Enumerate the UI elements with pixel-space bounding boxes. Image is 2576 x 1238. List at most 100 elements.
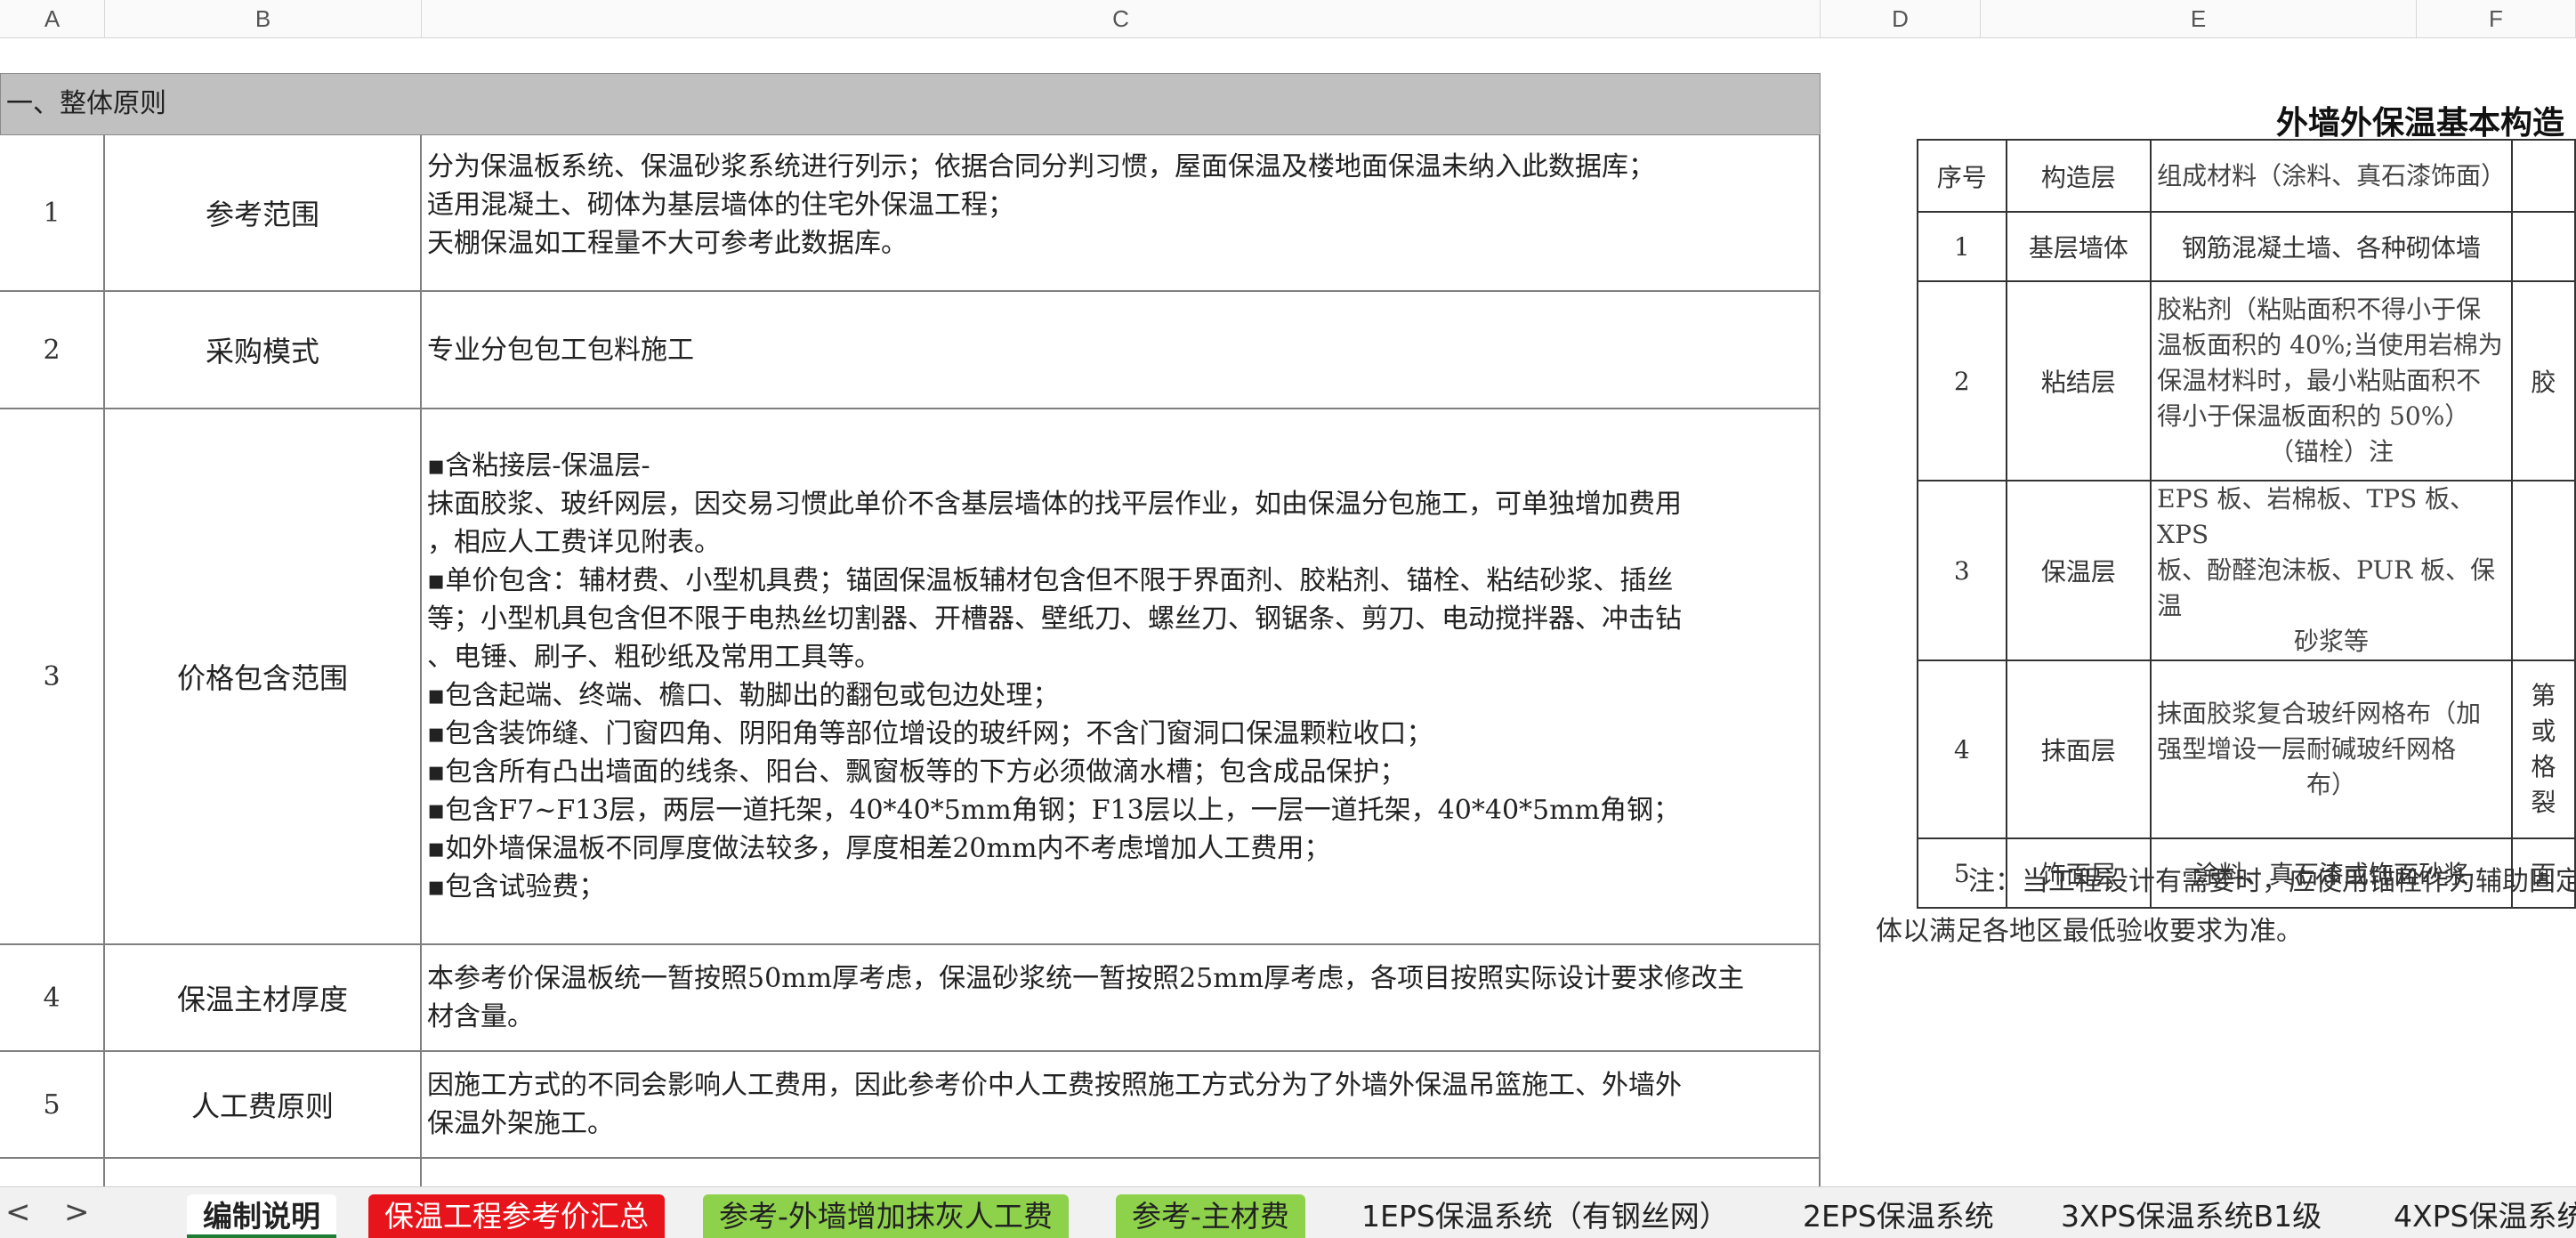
sheet-tab-price-summary[interactable]: 保温工程参考价汇总 <box>368 1194 665 1238</box>
construction-row: 3 保温层 EPS 板、岩棉板、TPS 板、XPS 板、酚醛泡沫板、PUR 板、… <box>1917 480 2576 661</box>
content-line: ▪包含装饰缝、门窗四角、阴阳角等部位增设的玻纤网；不含门窗洞口保温颗粒收口； <box>427 718 1433 749</box>
material-line: 砂浆等 <box>2293 627 2369 656</box>
note-line: 体以满足各地区最低验收要求为准。 <box>1876 916 2303 947</box>
row-name-cell[interactable]: 采购模式 <box>105 292 422 408</box>
header-layer: 构造层 <box>2005 139 2152 213</box>
content-line: 抹面胶浆、玻纤网层，因交易习惯此单价不含基层墙体的找平层作业，如由保温分包施工，… <box>427 489 1682 520</box>
construction-no: 3 <box>1917 480 2007 661</box>
material-line: 得小于保温板面积的 50%） <box>2157 401 2470 431</box>
tab-prev-button[interactable]: < <box>5 1187 31 1238</box>
material-line: 保温材料时，最小粘贴面积不 <box>2157 366 2482 395</box>
blank-row[interactable] <box>0 38 1822 73</box>
sheet-tab-xps-b1[interactable]: 3XPS保温系统B1级 <box>2045 1194 2338 1238</box>
construction-layer: 抹面层 <box>2005 659 2152 839</box>
column-header-d[interactable]: D <box>1821 0 1981 37</box>
table-row: 5 人工费原则 因施工方式的不同会影响人工费用，因此参考价中人工费按照施工方式分… <box>0 1052 1821 1159</box>
content-line: 天棚保温如工程量不大可参考此数据库。 <box>427 228 908 259</box>
content-line: ，相应人工费详见附表。 <box>427 527 721 558</box>
row-number-cell[interactable]: 2 <box>0 292 105 408</box>
construction-extra: 胶 <box>2510 280 2576 481</box>
construction-figure[interactable]: 外墙外保温基本构造 序号 构造层 组成材料（涂料、真石漆饰面） 1 基层墙体 钢… <box>1822 38 2576 1186</box>
construction-material: 抹面胶浆复合玻纤网格布（加 强型增设一层耐碱玻纤网格 布） <box>2150 659 2513 839</box>
table-row: 3 价格包含范围 ▪含粘接层-保温层- 抹面胶浆、玻纤网层，因交易习惯此单价不含… <box>0 409 1821 945</box>
figure-note: 注：当工程设计有需要时，应使用锚栓作为辅助固定件 体以满足各地区最低验收要求为准… <box>1876 857 2576 957</box>
figure-title: 外墙外保温基本构造 <box>2276 105 2565 142</box>
sheet-tab-bar: < > 编制说明 保温工程参考价汇总 参考-外墙增加抹灰人工费 参考-主材费 1… <box>0 1186 2576 1238</box>
sheet-tab-eps[interactable]: 2EPS保温系统 <box>1787 1194 2010 1238</box>
content-line: ▪包含起端、终端、檐口、勒脚出的翻包或包边处理； <box>427 680 1060 711</box>
construction-row: 1 基层墙体 钢筋混凝土墙、各种砌体墙 <box>1917 211 2576 282</box>
content-line: ▪含粘接层-保温层- <box>427 450 650 481</box>
column-header-b[interactable]: B <box>105 0 422 37</box>
tab-next-button[interactable]: > <box>64 1187 90 1238</box>
material-line: 抹面胶浆复合玻纤网格布（加 <box>2157 699 2482 728</box>
content-line: 材含量。 <box>427 1001 534 1032</box>
construction-material: 钢筋混凝土墙、各种砌体墙 <box>2150 211 2513 282</box>
material-line: 板、酚醛泡沫板、PUR 板、保温 <box>2157 555 2496 620</box>
content-line: 分为保温板系统、保温砂浆系统进行列示；依据合同分判习惯，屋面保温及楼地面保温未纳… <box>427 151 1655 182</box>
row-number-cell[interactable]: 3 <box>0 409 105 943</box>
column-header-c[interactable]: C <box>422 0 1821 37</box>
column-header-e[interactable]: E <box>1981 0 2417 37</box>
row-name-cell[interactable]: 参考范围 <box>105 135 422 290</box>
row-name-cell[interactable]: 保温主材厚度 <box>105 945 422 1050</box>
construction-extra: 第 或 格 裂 <box>2510 659 2576 839</box>
construction-layer: 保温层 <box>2005 480 2152 661</box>
note-line: 注：当工程设计有需要时，应使用锚栓作为辅助固定件 <box>1968 866 2576 897</box>
construction-table: 序号 构造层 组成材料（涂料、真石漆饰面） 1 基层墙体 钢筋混凝土墙、各种砌体… <box>1917 139 2576 909</box>
content-line: 等；小型机具包含但不限于电热丝切割器、开槽器、壁纸刀、螺丝刀、钢锯条、剪刀、电动… <box>427 603 1682 635</box>
header-material: 组成材料（涂料、真石漆饰面） <box>2150 139 2513 213</box>
content-line: 保温外架施工。 <box>427 1108 614 1139</box>
column-header-a[interactable]: A <box>0 0 105 37</box>
row-number-cell[interactable]: 4 <box>0 945 105 1050</box>
content-line: ▪包含所有凸出墙面的线条、阳台、飘窗板等的下方必须做滴水槽；包含成品保护； <box>427 757 1407 788</box>
row-content-cell[interactable]: 本参考价保温板统一暂按照50mm厚考虑，保温砂浆统一暂按照25mm厚考虑，各项目… <box>422 945 1821 1050</box>
row-name-cell[interactable]: 价格包含范围 <box>105 409 422 943</box>
content-line: 本参考价保温板统一暂按照50mm厚考虑，保温砂浆统一暂按照25mm厚考虑，各项目… <box>427 963 1745 994</box>
content-line: ▪单价包含：辅材费、小型机具费；锚固保温板辅材包含但不限于界面剂、胶粘剂、锚栓、… <box>427 565 1674 596</box>
construction-row: 2 粘结层 胶粘剂（粘贴面积不得小于保 温板面积的 40%;当使用岩棉为 保温材… <box>1917 280 2576 481</box>
content-line: ▪包含试验费； <box>427 871 606 902</box>
material-line: 强型增设一层耐碱玻纤网格 <box>2157 734 2457 764</box>
column-header-f[interactable]: F <box>2417 0 2576 37</box>
row-content-cell[interactable]: 因施工方式的不同会影响人工费用，因此参考价中人工费按照施工方式分为了外墙外保温吊… <box>422 1052 1821 1157</box>
material-line: （锚栓）注 <box>2268 437 2394 466</box>
content-line: 适用混凝土、砌体为基层墙体的住宅外保温工程； <box>427 190 1014 221</box>
row-name-cell[interactable]: 人工费原则 <box>105 1052 422 1157</box>
material-line: 胶粘剂（粘贴面积不得小于保 <box>2157 295 2482 324</box>
table-row: 2 采购模式 专业分包包工包料施工 <box>0 292 1821 409</box>
construction-row: 4 抹面层 抹面胶浆复合玻纤网格布（加 强型增设一层耐碱玻纤网格 布） 第 或 … <box>1917 659 2576 839</box>
sheet-tab-xps[interactable]: 4XPS保温系统 <box>2378 1194 2576 1238</box>
material-line: EPS 板、岩棉板、TPS 板、XPS <box>2157 484 2475 549</box>
construction-no: 2 <box>1917 280 2007 481</box>
content-line: 因施工方式的不同会影响人工费用，因此参考价中人工费按照施工方式分为了外墙外保温吊… <box>427 1070 1682 1101</box>
content-line: ▪包含F7~F13层，两层一道托架，40*40*5mm角钢；F13层以上，一层一… <box>427 795 1681 826</box>
construction-header-row: 序号 构造层 组成材料（涂料、真石漆饰面） <box>1917 139 2576 213</box>
row-content-cell[interactable]: 分为保温板系统、保温砂浆系统进行列示；依据合同分判习惯，屋面保温及楼地面保温未纳… <box>422 135 1821 290</box>
table-row: 1 参考范围 分为保温板系统、保温砂浆系统进行列示；依据合同分判习惯，屋面保温及… <box>0 135 1821 292</box>
sheet-tab-eps-mesh[interactable]: 1EPS保温系统（有钢丝网） <box>1345 1194 1745 1238</box>
sheet-tab-compile-notes[interactable]: 编制说明 <box>187 1194 336 1238</box>
row-number-cell[interactable]: 5 <box>0 1052 105 1157</box>
content-line: 、电锤、刷子、粗砂纸及常用工具等。 <box>427 642 881 673</box>
content-line: ▪如外墙保温板不同厚度做法较多，厚度相差20mm内不考虑增加人工费用； <box>427 833 1331 864</box>
row-content-cell[interactable]: ▪含粘接层-保温层- 抹面胶浆、玻纤网层，因交易习惯此单价不含基层墙体的找平层作… <box>422 409 1821 943</box>
sheet-tab-plaster-labor[interactable]: 参考-外墙增加抹灰人工费 <box>703 1194 1069 1238</box>
construction-extra <box>2510 480 2576 661</box>
construction-material: 胶粘剂（粘贴面积不得小于保 温板面积的 40%;当使用岩棉为 保温材料时，最小粘… <box>2150 280 2513 481</box>
header-extra <box>2510 139 2576 213</box>
table-row: 4 保温主材厚度 本参考价保温板统一暂按照50mm厚考虑，保温砂浆统一暂按照25… <box>0 945 1821 1052</box>
sheet-tab-main-material[interactable]: 参考-主材费 <box>1116 1194 1305 1238</box>
section-header[interactable]: 一、整体原则 <box>0 73 1821 135</box>
construction-layer: 基层墙体 <box>2005 211 2152 282</box>
header-no: 序号 <box>1917 139 2007 213</box>
material-line: 布） <box>2305 770 2356 799</box>
column-header-bar: A B C D E F <box>0 0 2576 38</box>
section-title: 一、整体原则 <box>6 88 166 119</box>
construction-no: 4 <box>1917 659 2007 839</box>
construction-layer: 粘结层 <box>2005 280 2152 481</box>
content-line: 专业分包包工包料施工 <box>427 334 694 366</box>
row-number-cell[interactable]: 1 <box>0 135 105 290</box>
material-line: 温板面积的 40%;当使用岩棉为 <box>2157 330 2503 360</box>
row-content-cell[interactable]: 专业分包包工包料施工 <box>422 292 1821 408</box>
